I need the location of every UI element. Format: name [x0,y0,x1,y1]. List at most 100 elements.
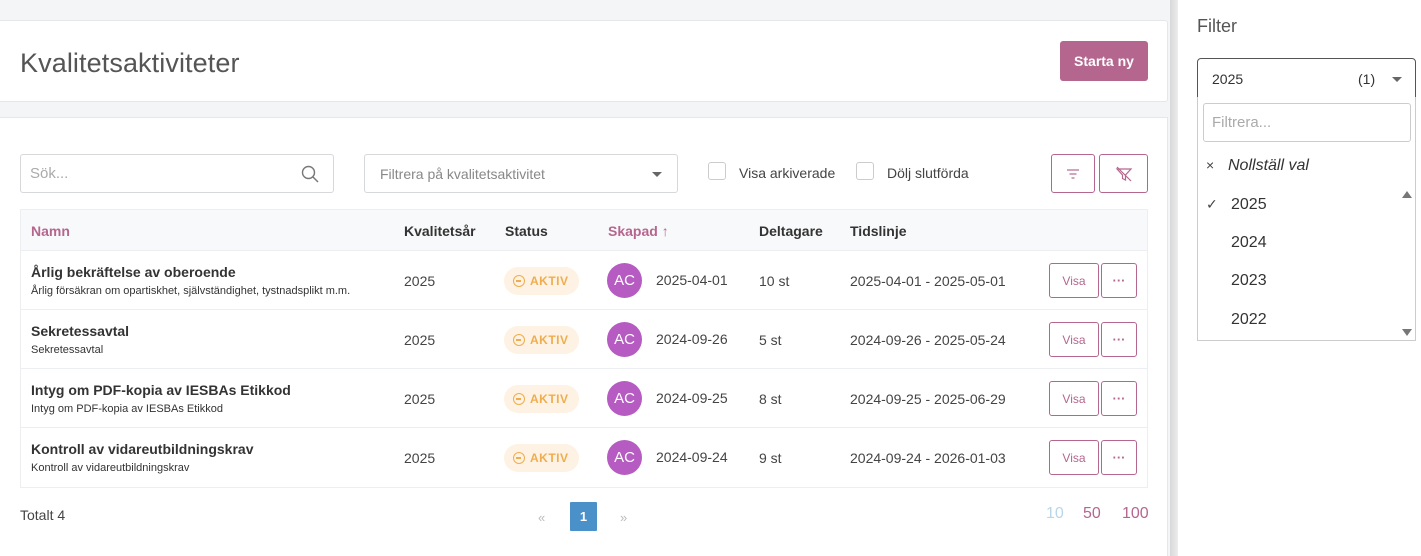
page-size-option[interactable]: 100 [1122,505,1149,523]
show-archived-checkbox[interactable] [708,162,726,180]
activity-year: 2025 [404,391,436,407]
search-box[interactable] [20,154,334,193]
scroll-down-arrow[interactable] [1402,329,1412,336]
activity-filter-placeholder: Filtrera på kvalitetsaktivitet [380,166,545,182]
activity-name: Årlig bekräftelse av oberoende [31,264,236,280]
dropdown-filter-box[interactable] [1203,103,1411,142]
year-option-2023[interactable]: 2023 [1206,272,1396,290]
participant-count: 8 st [759,391,782,407]
dropdown-filter-input[interactable] [1204,104,1404,141]
created-date: 2024-09-25 [656,390,728,406]
column-header-status[interactable]: Status [505,223,548,239]
more-options-button[interactable]: ··· [1101,263,1137,298]
status-minus-circle-icon [513,275,525,287]
view-button[interactable]: Visa [1049,263,1099,298]
year-dropdown-menu: × Nollställ val ✓2025 2024 2023 2022 [1197,97,1416,341]
activities-table: Namn Kvalitetsår Status Skapad ↑ Deltaga… [20,209,1148,488]
created-date: 2024-09-24 [656,449,728,465]
avatar: AC [607,263,642,298]
filter-button[interactable] [1051,154,1095,193]
page-size-option[interactable]: 50 [1083,505,1101,523]
hide-completed-label[interactable]: Dölj slutförda [887,165,969,181]
start-new-button[interactable]: Starta ny [1060,41,1148,81]
main-area: Kvalitetsaktiviteter Starta ny Filtrera … [0,0,1170,556]
timeline-range: 2025-04-01 - 2025-05-01 [850,273,1006,289]
chevron-down-icon [652,172,662,177]
search-input[interactable] [21,155,281,192]
activity-name: Intyg om PDF-kopia av IESBAs Etikkod [31,382,291,398]
activity-description: Årlig försäkran om opartiskhet, självstä… [31,285,351,297]
view-button[interactable]: Visa [1049,381,1099,416]
filter-panel: Filter 2025 (1) ×Nollställ val ✓2025 202… [1178,0,1421,556]
filter-off-icon [1115,166,1132,181]
reset-selection-option[interactable]: × Nollställ val [1206,157,1309,175]
table-row[interactable]: Sekretessavtal Sekretessavtal 2025 AKTIV… [21,310,1147,369]
show-archived-label[interactable]: Visa arkiverade [739,165,835,181]
participant-count: 5 st [759,332,782,348]
check-icon: ✓ [1206,196,1218,212]
table-header: Namn Kvalitetsår Status Skapad ↑ Deltaga… [21,210,1147,251]
sort-ascending-icon: ↑ [661,223,669,239]
column-header-created[interactable]: Skapad ↑ [608,223,669,239]
activity-name: Kontroll av vidareutbildningskrav [31,441,254,457]
chevron-down-icon [1392,77,1402,82]
participant-count: 9 st [759,450,782,466]
created-date: 2024-09-26 [656,331,728,347]
avatar: AC [607,440,642,475]
avatar: AC [607,381,642,416]
activity-filter-select[interactable]: Filtrera på kvalitetsaktivitet [364,154,678,193]
column-header-name[interactable]: Namn [31,223,70,239]
filter-icon [1067,168,1079,179]
page-size-option[interactable]: 10 [1046,505,1064,523]
search-icon [301,165,319,183]
more-options-button[interactable]: ··· [1101,381,1137,416]
column-header-timeline[interactable]: Tidslinje [850,223,907,239]
filter-panel-title: Filter [1197,16,1237,36]
created-date: 2025-04-01 [656,272,728,288]
hide-completed-checkbox[interactable] [856,162,874,180]
avatar: AC [607,322,642,357]
status-badge: AKTIV [504,444,579,472]
page-title: Kvalitetsaktiviteter [20,48,240,78]
table-row[interactable]: Kontroll av vidareutbildningskrav Kontro… [21,428,1147,487]
page-header: Kvalitetsaktiviteter Starta ny [0,20,1168,102]
status-badge: AKTIV [504,385,579,413]
table-row[interactable]: Intyg om PDF-kopia av IESBAs Etikkod Int… [21,369,1147,428]
activity-description: Kontroll av vidareutbildningskrav [31,462,190,474]
year-option-2025[interactable]: ✓ 2025 [1206,196,1396,214]
activity-year: 2025 [404,332,436,348]
status-badge: AKTIV [504,326,579,354]
year-option-2022[interactable]: 2022 [1206,311,1396,329]
timeline-range: 2024-09-25 - 2025-06-29 [850,391,1006,407]
pagination-page-current[interactable]: 1 [570,502,597,531]
pagination-next[interactable]: » [620,510,627,525]
year-option-2024[interactable]: 2024 [1206,234,1396,252]
clear-filter-button[interactable] [1099,154,1148,193]
activity-description: Intyg om PDF-kopia av IESBAs Etikkod [31,403,223,415]
timeline-range: 2024-09-26 - 2025-05-24 [850,332,1006,348]
status-badge: AKTIV [504,267,579,295]
panel-divider[interactable] [1170,0,1178,556]
total-count: Totalt 4 [20,507,66,523]
column-header-year[interactable]: Kvalitetsår [404,223,476,239]
year-select-value: 2025 [1212,71,1244,87]
status-minus-circle-icon [513,334,525,346]
view-button[interactable]: Visa [1049,440,1099,475]
table-row[interactable]: Årlig bekräftelse av oberoende Årlig för… [21,251,1147,310]
column-header-participants[interactable]: Deltagare [759,223,823,239]
scroll-up-arrow[interactable] [1402,191,1412,198]
status-minus-circle-icon [513,393,525,405]
activity-year: 2025 [404,273,436,289]
activity-description: Sekretessavtal [31,344,104,356]
more-options-button[interactable]: ··· [1101,322,1137,357]
close-icon: × [1206,157,1215,173]
activity-year: 2025 [404,450,436,466]
view-button[interactable]: Visa [1049,322,1099,357]
status-minus-circle-icon [513,452,525,464]
year-select-count: (1) [1358,71,1376,87]
activity-name: Sekretessavtal [31,323,130,339]
more-options-button[interactable]: ··· [1101,440,1137,475]
pagination-prev[interactable]: « [538,510,545,525]
year-select[interactable]: 2025 (1) [1197,58,1416,98]
column-header-created-label: Skapad [608,223,658,239]
